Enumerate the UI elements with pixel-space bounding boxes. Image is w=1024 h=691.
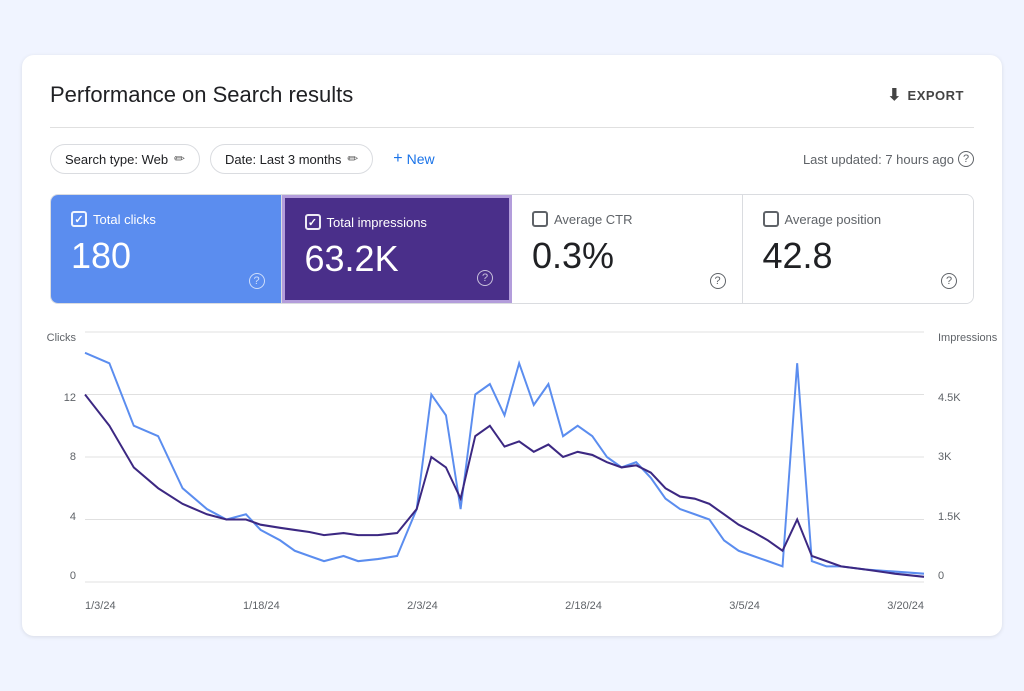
position-checkbox[interactable]	[763, 211, 779, 227]
ctr-checkbox[interactable]	[532, 211, 548, 227]
position-help: ?	[941, 271, 957, 289]
clicks-help: ?	[249, 271, 265, 289]
metric-label-row-ctr: Average CTR	[532, 211, 722, 227]
metric-average-ctr[interactable]: Average CTR 0.3% ?	[512, 195, 743, 303]
y-left-0: 0	[70, 570, 76, 582]
impressions-help-icon[interactable]: ?	[477, 270, 493, 286]
y-right-0: 0	[938, 570, 944, 582]
page-header: Performance on Search results ⬇ EXPORT	[50, 79, 974, 111]
export-button[interactable]: ⬇ EXPORT	[878, 79, 974, 111]
edit-icon-date: ✏	[347, 151, 358, 167]
ctr-value: 0.3%	[532, 235, 722, 277]
main-card: Performance on Search results ⬇ EXPORT S…	[22, 55, 1002, 636]
y-right-label-top: Impressions	[938, 332, 997, 344]
y-axis-right: Impressions 4.5K 3K 1.5K 0	[934, 332, 974, 582]
metric-label-row-impressions: Total impressions	[305, 214, 490, 230]
clicks-line	[85, 353, 924, 574]
search-type-filter[interactable]: Search type: Web ✏	[50, 144, 200, 174]
last-updated-info: Last updated: 7 hours ago ?	[803, 151, 974, 167]
ctr-label: Average CTR	[554, 212, 633, 227]
last-updated-text: Last updated: 7 hours ago	[803, 152, 954, 167]
y-axis-left: Clicks 12 8 4 0	[50, 332, 80, 582]
last-updated-help-icon[interactable]: ?	[958, 151, 974, 167]
date-filter[interactable]: Date: Last 3 months ✏	[210, 144, 373, 174]
x-label-4: 2/18/24	[565, 600, 602, 612]
new-label: New	[407, 151, 435, 167]
edit-icon: ✏	[174, 151, 185, 167]
clicks-value: 180	[71, 235, 261, 277]
impressions-checkbox[interactable]	[305, 214, 321, 230]
impressions-label: Total impressions	[327, 215, 427, 230]
y-left-8: 8	[70, 451, 76, 463]
clicks-label: Total clicks	[93, 212, 156, 227]
x-label-6: 3/20/24	[887, 600, 924, 612]
toolbar: Search type: Web ✏ Date: Last 3 months ✏…	[50, 144, 974, 174]
position-value: 42.8	[763, 235, 954, 277]
impressions-help: ?	[477, 268, 493, 286]
chart-container: Clicks 12 8 4 0 Impressions 4.5K 3K 1.5K…	[50, 332, 974, 612]
position-help-icon[interactable]: ?	[941, 273, 957, 289]
metric-label-row-position: Average position	[763, 211, 954, 227]
metric-total-impressions[interactable]: Total impressions 63.2K ?	[282, 195, 513, 303]
x-label-1: 1/3/24	[85, 600, 116, 612]
plus-icon: +	[393, 150, 402, 168]
y-left-label-top: Clicks	[47, 332, 76, 344]
chart-inner	[85, 332, 924, 582]
new-button[interactable]: + New	[383, 144, 444, 174]
export-label: EXPORT	[908, 88, 964, 103]
search-type-label: Search type: Web	[65, 152, 168, 167]
page-title: Performance on Search results	[50, 82, 353, 108]
x-label-5: 3/5/24	[729, 600, 760, 612]
y-left-4: 4	[70, 511, 76, 523]
clicks-checkbox[interactable]	[71, 211, 87, 227]
ctr-help-icon[interactable]: ?	[710, 273, 726, 289]
chart-svg	[85, 332, 924, 582]
chart-area: Clicks 12 8 4 0 Impressions 4.5K 3K 1.5K…	[50, 324, 974, 612]
y-right-3k: 3K	[938, 451, 951, 463]
export-icon: ⬇	[888, 85, 902, 105]
metrics-row: Total clicks 180 ? Total impressions 63.…	[50, 194, 974, 304]
impressions-line	[85, 395, 924, 577]
ctr-help: ?	[710, 271, 726, 289]
metric-average-position[interactable]: Average position 42.8 ?	[743, 195, 974, 303]
metric-total-clicks[interactable]: Total clicks 180 ?	[51, 195, 282, 303]
y-right-45k: 4.5K	[938, 392, 961, 404]
date-label: Date: Last 3 months	[225, 152, 341, 167]
x-label-2: 1/18/24	[243, 600, 280, 612]
header-divider	[50, 127, 974, 128]
x-label-3: 2/3/24	[407, 600, 438, 612]
y-right-15k: 1.5K	[938, 511, 961, 523]
y-left-12: 12	[64, 392, 76, 404]
metric-label-row-clicks: Total clicks	[71, 211, 261, 227]
impressions-value: 63.2K	[305, 238, 490, 280]
x-axis: 1/3/24 1/18/24 2/3/24 2/18/24 3/5/24 3/2…	[85, 600, 924, 612]
clicks-help-icon[interactable]: ?	[249, 273, 265, 289]
position-label: Average position	[785, 212, 882, 227]
